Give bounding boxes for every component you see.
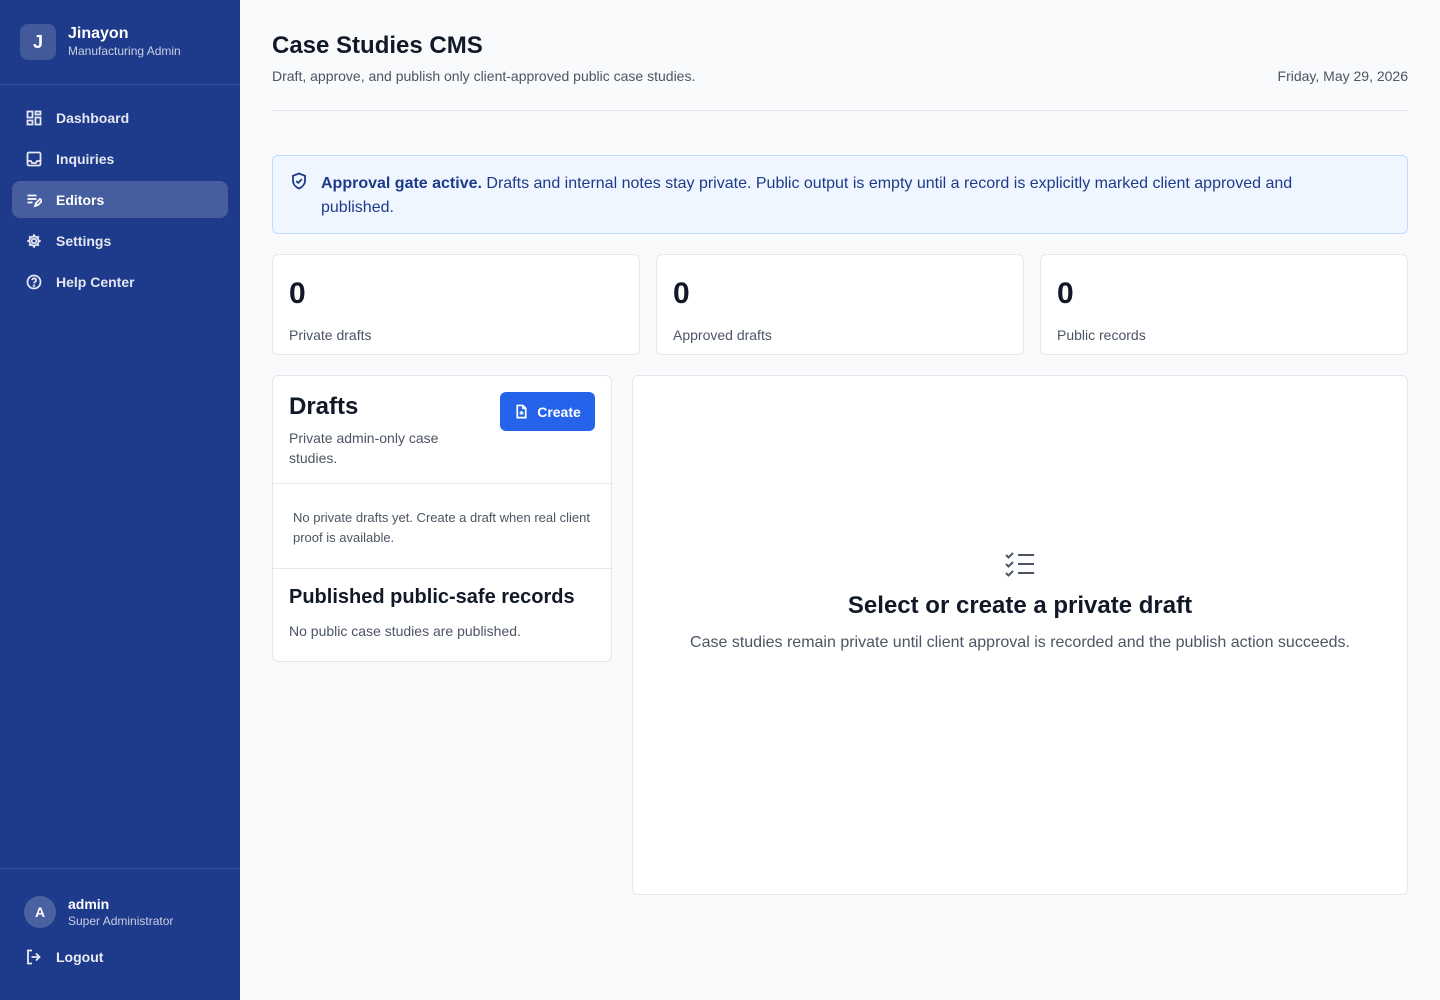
sidebar-footer: A admin Super Administrator Logout [0, 868, 240, 1000]
current-date: Friday, May 29, 2026 [1277, 68, 1408, 84]
page-header: Case Studies CMS Draft, approve, and pub… [272, 0, 1408, 111]
sidebar-nav: Dashboard Inquiries Editors Settings Hel… [0, 85, 240, 318]
new-file-icon [516, 404, 527, 419]
checklist-icon [1004, 551, 1036, 579]
stat-label: Public records [1057, 327, 1146, 343]
stat-public-records: 0 Public records [1040, 254, 1408, 355]
sidebar-item-label: Help Center [56, 273, 135, 290]
user-profile[interactable]: A admin Super Administrator [0, 869, 240, 929]
notice-strong: Approval gate active. [321, 175, 482, 192]
sidebar-item-label: Dashboard [56, 109, 130, 126]
logout-button[interactable]: Logout [0, 929, 240, 965]
detail-title: Select or create a private draft [847, 592, 1193, 619]
page-title: Case Studies CMS [272, 32, 483, 59]
stat-label: Approved drafts [673, 327, 772, 343]
help-icon [26, 274, 42, 290]
drafts-empty-message: No private drafts yet. Create a draft wh… [273, 484, 611, 569]
shield-check-icon [290, 172, 308, 190]
avatar: A [24, 896, 56, 928]
sidebar-item-label: Inquiries [56, 150, 115, 167]
drafts-header: Drafts Private admin-only case studies. … [273, 376, 611, 484]
published-section: Published public-safe records No public … [273, 569, 611, 653]
sidebar-item-label: Settings [56, 232, 112, 249]
user-role: Super Administrator [68, 914, 174, 928]
drafts-panel: Drafts Private admin-only case studies. … [272, 375, 612, 662]
published-empty-message: No public case studies are published. [289, 623, 521, 639]
draft-detail-panel: Select or create a private draft Case st… [632, 375, 1408, 895]
stat-value: 0 [673, 277, 690, 310]
brand-subtitle: Manufacturing Admin [68, 44, 181, 58]
create-button-label: Create [537, 403, 581, 420]
stat-value: 0 [1057, 277, 1074, 310]
sidebar: J Jinayon Manufacturing Admin Dashboard … [0, 0, 240, 1000]
main-content: Case Studies CMS Draft, approve, and pub… [272, 0, 1408, 895]
stat-approved-drafts: 0 Approved drafts [656, 254, 1024, 355]
sidebar-item-dashboard[interactable]: Dashboard [12, 99, 228, 136]
gear-icon [26, 233, 42, 249]
stat-private-drafts: 0 Private drafts [272, 254, 640, 355]
inbox-icon [26, 151, 42, 167]
sidebar-item-editors[interactable]: Editors [12, 181, 228, 218]
detail-subtitle: Case studies remain private until client… [690, 634, 1350, 651]
published-title: Published public-safe records [289, 586, 575, 608]
logout-label: Logout [56, 949, 104, 965]
drafts-subtitle: Private admin-only case studies. [289, 430, 439, 466]
sidebar-item-help-center[interactable]: Help Center [12, 263, 228, 300]
dashboard-icon [26, 110, 42, 126]
user-name: admin [68, 896, 110, 912]
brand-name: Jinayon [68, 25, 129, 42]
create-draft-button[interactable]: Create [500, 392, 595, 431]
sidebar-item-label: Editors [56, 191, 105, 208]
logout-icon [27, 949, 41, 965]
page-subtitle: Draft, approve, and publish only client-… [272, 68, 696, 84]
sidebar-item-inquiries[interactable]: Inquiries [12, 140, 228, 177]
stat-label: Private drafts [289, 327, 372, 343]
brand: J Jinayon Manufacturing Admin [0, 0, 240, 85]
edit-list-icon [26, 192, 42, 208]
brand-logo: J [20, 24, 56, 60]
sidebar-item-settings[interactable]: Settings [12, 222, 228, 259]
stat-value: 0 [289, 277, 306, 310]
approval-gate-notice: Approval gate active. Drafts and interna… [272, 155, 1408, 234]
